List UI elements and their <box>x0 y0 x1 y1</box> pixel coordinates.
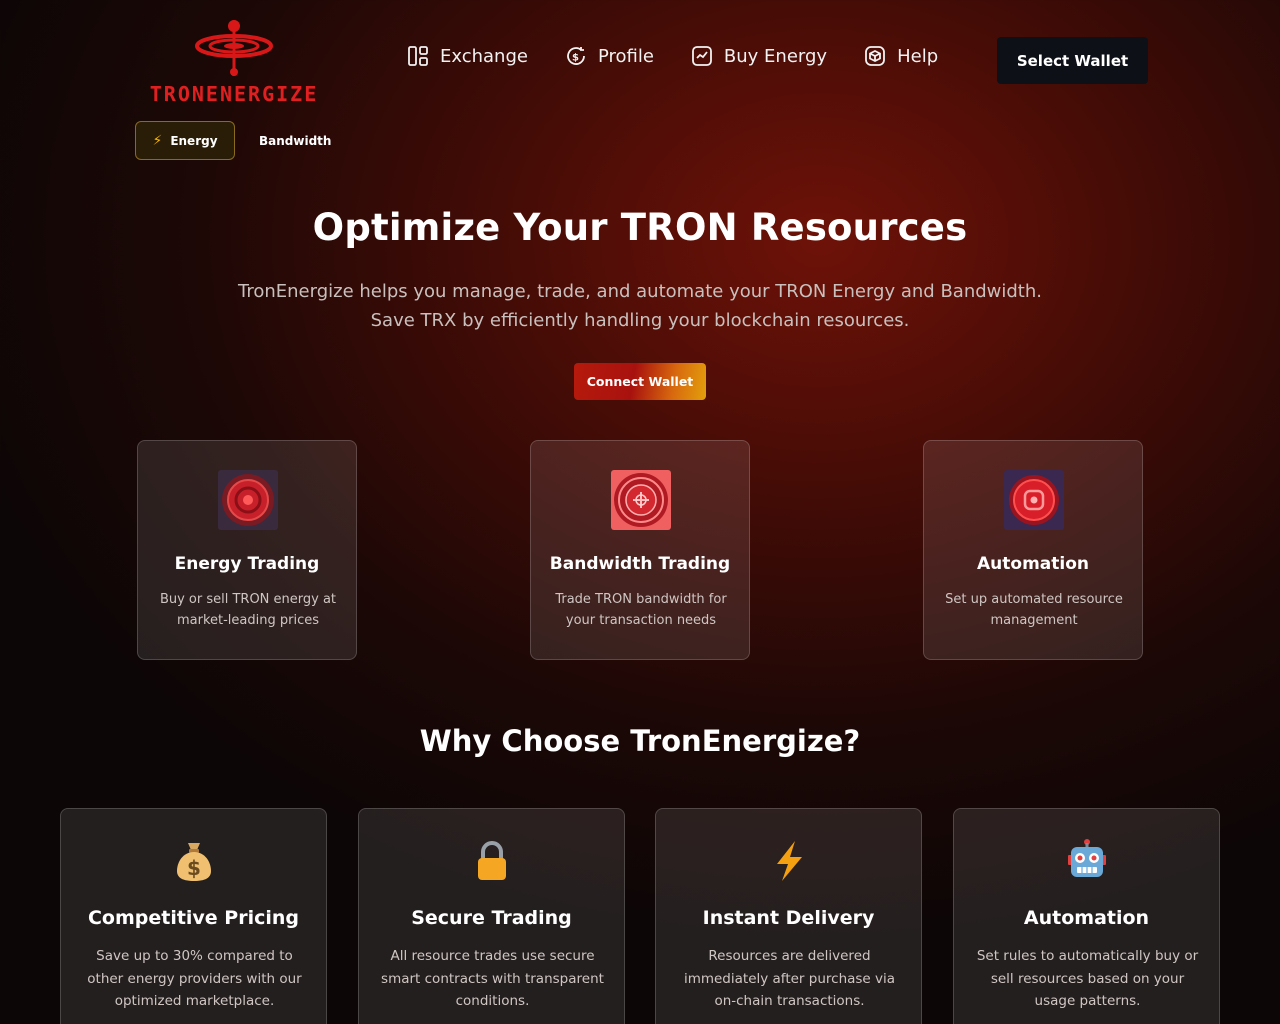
layout-icon <box>408 46 428 66</box>
why-card-secure-trading: Secure Trading All resource trades use s… <box>358 808 625 1024</box>
nav-label-buy-energy: Buy Energy <box>723 45 828 67</box>
select-wallet-button[interactable]: Select Wallet <box>997 37 1148 84</box>
svg-text:$: $ <box>572 53 579 64</box>
why-card-automation: Automation Set rules to automatically bu… <box>953 808 1220 1024</box>
lightning-icon: ⚡ <box>152 132 163 149</box>
why-card-desc: Set rules to automatically buy or sell r… <box>976 948 1199 1009</box>
why-card-desc: All resource trades use secure smart con… <box>381 948 604 1009</box>
feature-title: Bandwidth Trading <box>549 554 731 574</box>
nav-label-profile: Profile <box>597 45 654 67</box>
feature-title: Energy Trading <box>174 554 320 574</box>
nav-item-help[interactable]: Help <box>863 44 938 68</box>
nav-label-exchange: Exchange <box>440 45 528 67</box>
tab-energy[interactable]: ⚡ Energy <box>135 121 235 160</box>
money-bag-icon: $ <box>176 843 211 881</box>
connect-wallet-button[interactable]: Connect Wallet <box>574 363 706 400</box>
hero-subtitle: TronEnergize helps you manage, trade, an… <box>0 277 1280 335</box>
bandwidth-emblem-icon <box>611 470 671 530</box>
resource-tabs: ⚡ Energy Bandwidth <box>135 121 341 160</box>
why-card-desc: Resources are delivered immediately afte… <box>683 948 896 1009</box>
lock-icon <box>477 841 506 880</box>
feature-desc: Buy or sell TRON energy at market-leadin… <box>159 592 337 628</box>
hero-title: Optimize Your TRON Resources <box>312 206 968 249</box>
why-card-title: Secure Trading <box>411 907 572 929</box>
nav-item-profile[interactable]: $ Profile <box>564 44 654 68</box>
robot-icon <box>1067 839 1106 877</box>
feature-card-automation[interactable]: Automation Set up automated resource man… <box>923 440 1143 660</box>
feature-desc: Set up automated resource management <box>945 592 1123 628</box>
feature-title: Automation <box>977 554 1089 574</box>
why-card-desc: Save up to 30% compared to other energy … <box>87 948 302 1009</box>
automation-emblem-icon <box>1004 470 1064 530</box>
svg-text:$: $ <box>187 856 201 880</box>
nav-item-exchange[interactable]: Exchange <box>406 44 528 68</box>
brand-logo[interactable]: TRONENERGIZE <box>138 18 330 106</box>
why-card-title: Instant Delivery <box>702 907 875 929</box>
tab-bandwidth-label: Bandwidth <box>259 133 332 148</box>
brand-name: TRONENERGIZE <box>149 82 319 106</box>
why-card-title: Automation <box>1023 907 1150 929</box>
why-card-instant-delivery: Instant Delivery Resources are delivered… <box>655 808 922 1024</box>
why-section-title: Why Choose TronEnergize? <box>419 724 861 758</box>
energy-target-icon <box>218 470 278 530</box>
tron-target-logo-icon <box>195 20 273 76</box>
lightning-icon <box>776 841 802 881</box>
tab-bandwidth[interactable]: Bandwidth <box>249 121 341 160</box>
hero-subtitle-line-2: Save TRX by efficiently handling your bl… <box>370 310 910 331</box>
hero-subtitle-line-1: TronEnergize helps you manage, trade, an… <box>237 281 1042 302</box>
nav-item-buy-energy[interactable]: Buy Energy <box>690 44 827 68</box>
nav-label-help: Help <box>897 45 939 67</box>
dollar-cycle-icon: $ <box>567 47 585 65</box>
feature-card-bandwidth-trading[interactable]: Bandwidth Trading Trade TRON bandwidth f… <box>530 440 750 660</box>
tab-energy-label: Energy <box>170 133 218 148</box>
chart-line-icon <box>692 46 712 66</box>
cube-icon <box>865 46 885 66</box>
feature-desc: Trade TRON bandwidth for your transactio… <box>555 592 727 628</box>
feature-card-energy-trading[interactable]: Energy Trading Buy or sell TRON energy a… <box>137 440 357 660</box>
why-card-competitive-pricing: $ Competitive Pricing Save up to 30% com… <box>60 808 327 1024</box>
why-card-title: Competitive Pricing <box>87 907 300 929</box>
header: TRONENERGIZE Exchange $ Profile Buy Ener… <box>0 0 1280 120</box>
main-nav: Exchange $ Profile Buy Energy Help <box>406 44 938 68</box>
